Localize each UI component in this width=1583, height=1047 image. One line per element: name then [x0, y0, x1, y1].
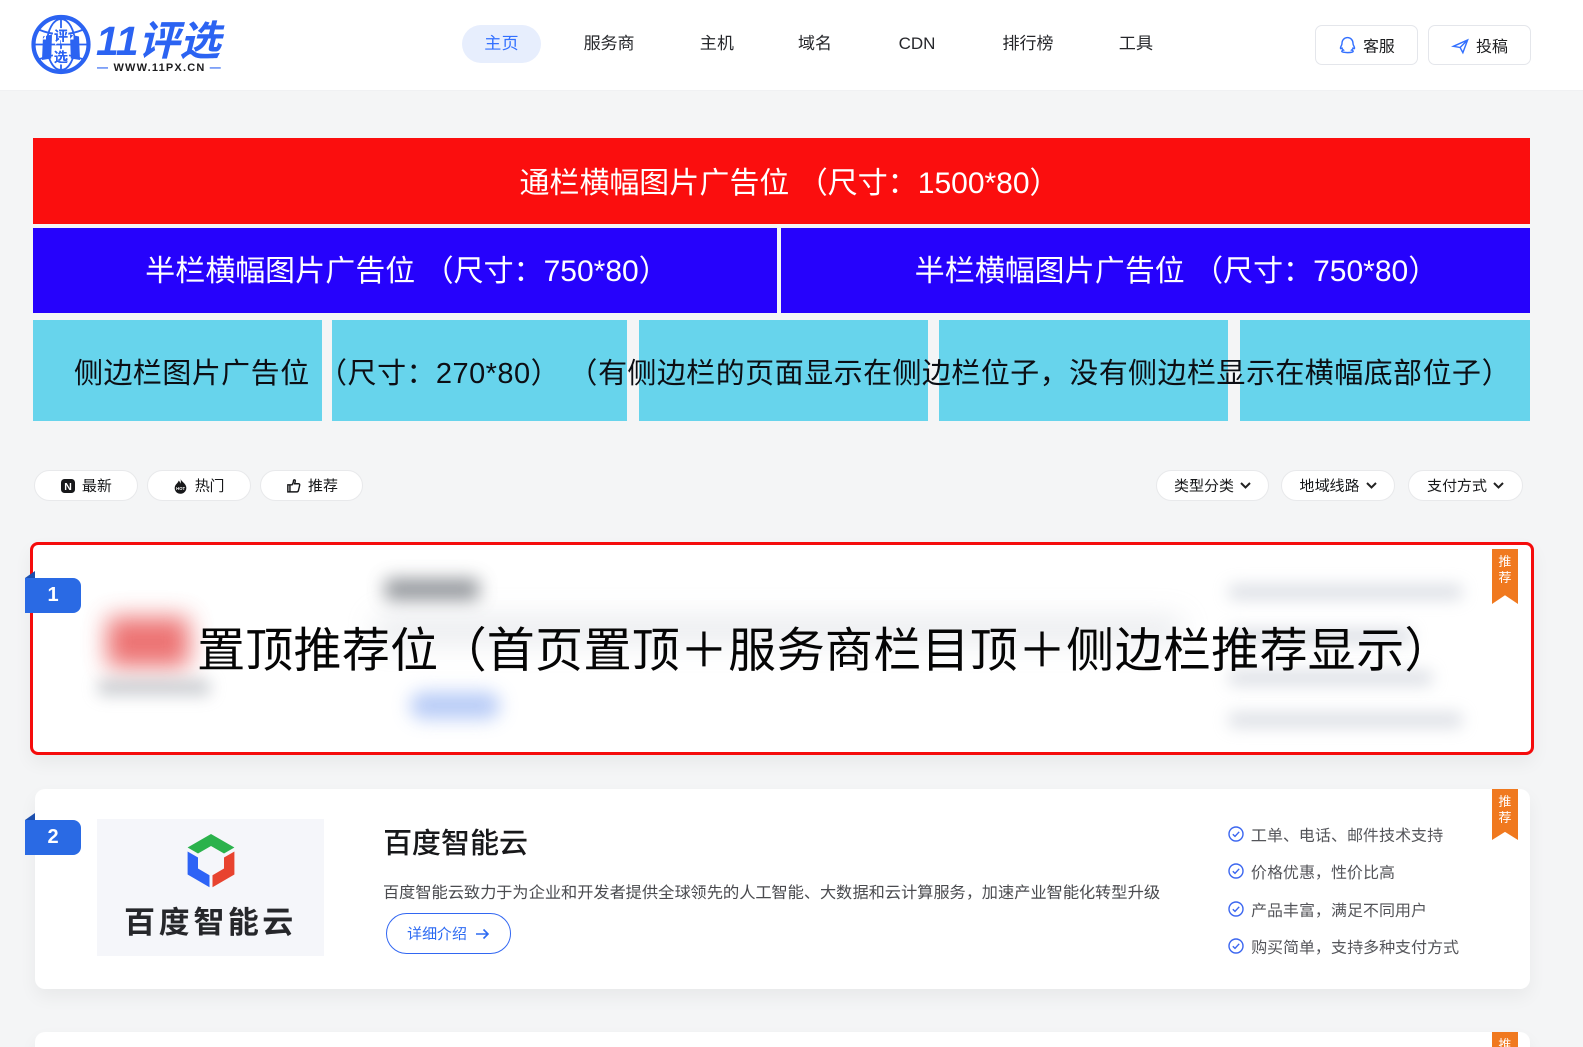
svg-text:HOT: HOT	[177, 485, 186, 490]
svg-text:评: 评	[54, 26, 68, 46]
svg-text:选: 选	[54, 47, 68, 67]
svg-text:N: N	[64, 481, 72, 493]
